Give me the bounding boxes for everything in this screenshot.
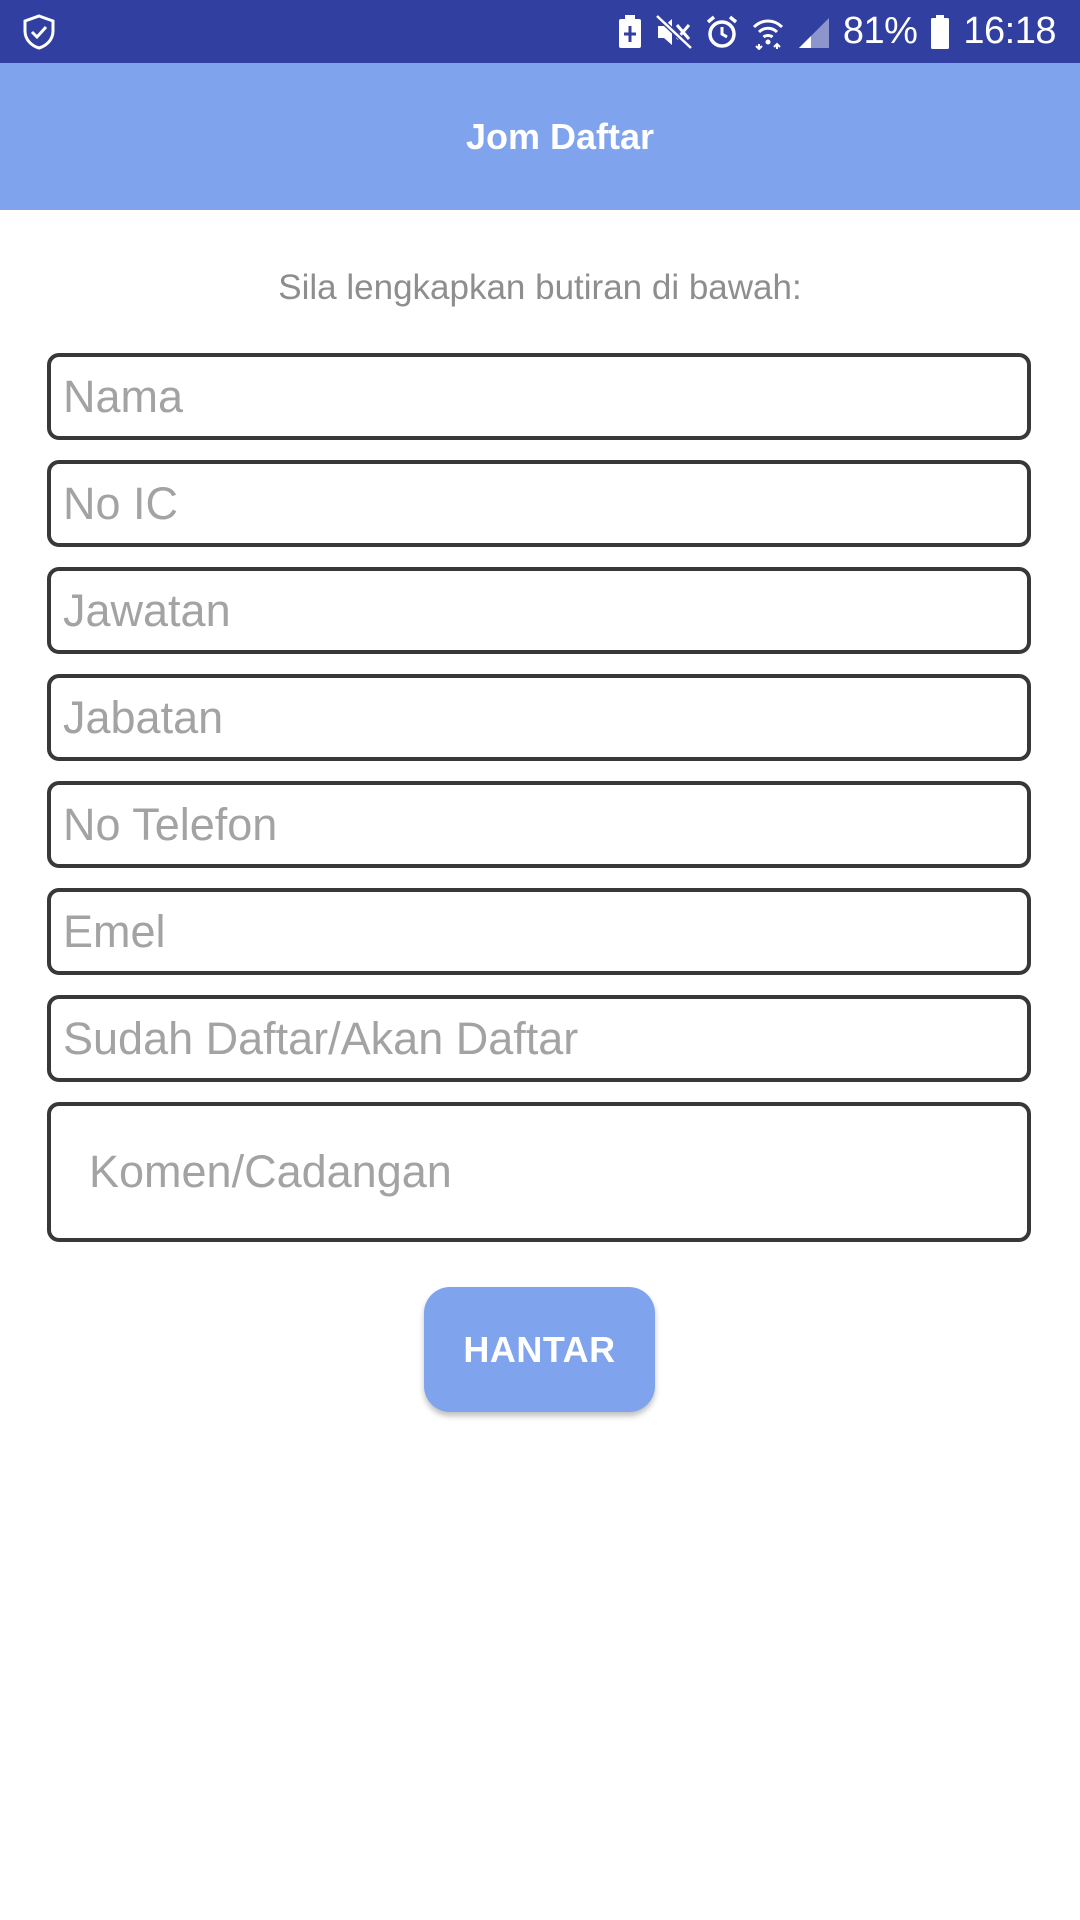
phone-field-placeholder: No Telefon [63, 798, 278, 850]
position-field-placeholder: Jawatan [63, 584, 231, 636]
status-bar: 81% 16:18 [0, 0, 1080, 63]
battery-saver-icon [618, 14, 641, 48]
position-field[interactable]: Jawatan [47, 567, 1031, 654]
form-instruction: Sila lengkapkan butiran di bawah: [278, 268, 802, 307]
registration-status-field-placeholder: Sudah Daftar/Akan Daftar [63, 1012, 579, 1064]
department-field-placeholder: Jabatan [63, 691, 224, 743]
email-field[interactable]: Emel [47, 888, 1031, 975]
comment-field-placeholder: Komen/Cadangan [89, 1146, 452, 1197]
registration-screen: 81% 16:18 Jom Daftar Sila lengkapkan but… [0, 0, 1080, 1920]
clock: 16:18 [963, 10, 1056, 52]
ic-number-field[interactable]: No IC [47, 460, 1031, 547]
department-field[interactable]: Jabatan [47, 674, 1031, 761]
submit-button-label: HANTAR [463, 1328, 616, 1370]
registration-status-field[interactable]: Sudah Daftar/Akan Daftar [47, 995, 1031, 1082]
app-title: Jom Daftar [465, 115, 655, 157]
signal-icon [798, 17, 829, 48]
submit-button[interactable]: HANTAR [424, 1287, 655, 1412]
phone-field[interactable]: No Telefon [47, 781, 1031, 868]
name-field[interactable]: Nama [47, 353, 1031, 440]
status-icons: 81% 16:18 [617, 0, 1056, 63]
battery-percent: 81% [842, 10, 918, 52]
alarm-icon [706, 15, 737, 48]
comment-field[interactable]: Komen/Cadangan [47, 1102, 1031, 1242]
app-bar: Jom Daftar [0, 63, 1080, 210]
wifi-icon [752, 19, 783, 50]
battery-icon [931, 14, 950, 49]
shield-check-icon [23, 14, 55, 50]
mute-icon [655, 13, 693, 50]
ic-number-field-placeholder: No IC [63, 477, 179, 529]
email-field-placeholder: Emel [63, 905, 166, 957]
name-field-placeholder: Nama [63, 370, 184, 422]
